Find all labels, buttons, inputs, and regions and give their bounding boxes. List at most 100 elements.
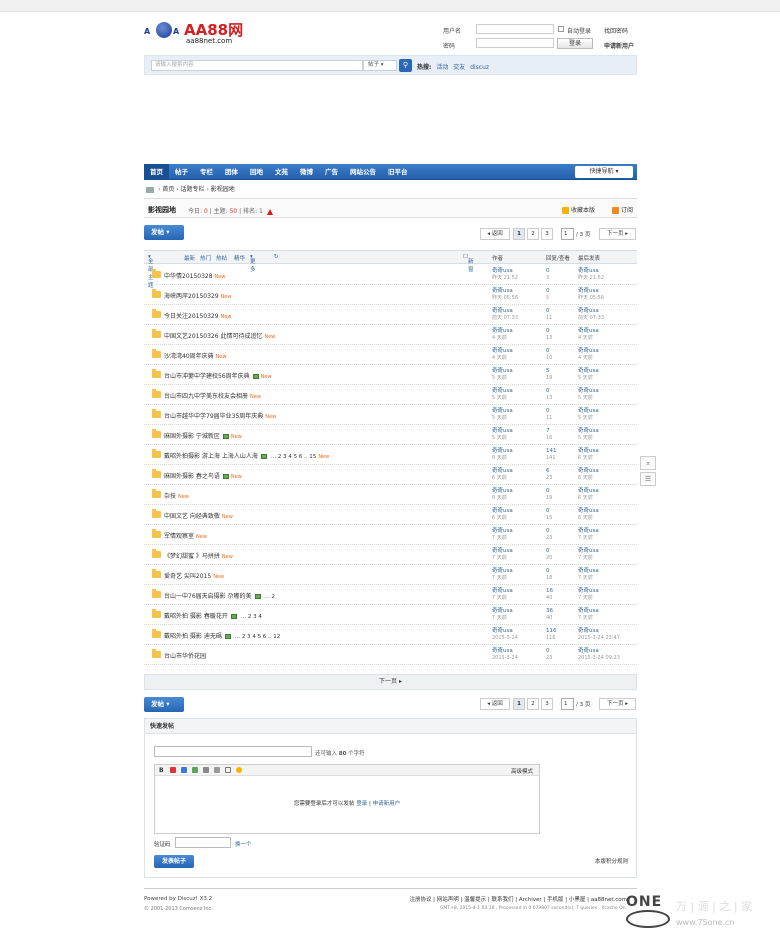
pager-next[interactable]: 下一页 ▸ [599,698,636,710]
author-link[interactable]: 奇奇usa [492,288,513,294]
nav-item-column[interactable]: 专栏 [194,164,219,180]
thread-title[interactable]: 军情观察室 [164,533,194,540]
table-row[interactable]: 麻国外摄影 宁城新区 New 奇奇usa 5 天前 7 16 奇奇usa 5 天前 [144,425,637,445]
nav-item-home[interactable]: 首页 [144,164,169,180]
author-link[interactable]: 奇奇usa [492,428,513,434]
password-input[interactable] [476,38,554,48]
new-post-button-bottom[interactable]: 发帖 ▾ [144,697,184,712]
thread-title[interactable]: 中国文艺20150326 此情可待成追忆 [164,333,262,340]
subscribe-button[interactable]: 订阅 [611,205,633,214]
thread-pages[interactable]: ... 2 3 4 5 6 .. 12 [235,634,280,640]
last-poster[interactable]: 奇奇usa [578,468,599,474]
author-link[interactable]: 奇奇usa [492,268,513,274]
thread-title[interactable]: 戴昭外拍 摄影 迪无碼 [164,633,222,640]
breadcrumb-item[interactable]: 话题专栏 [181,186,205,193]
table-row[interactable]: 中华情20150328 New 奇奇usa 昨天 21:52 0 3 奇奇usa 昨天 21:… [144,265,637,285]
pager-page[interactable]: 3 [541,698,553,710]
nav-item-weibo[interactable]: 微博 [294,164,319,180]
author-link[interactable]: 奇奇usa [492,308,513,314]
reply-count[interactable]: 0 [546,508,550,514]
register-link[interactable]: 申请新用户 [604,41,634,50]
pager-prev[interactable]: ◂ 返回 [480,698,510,710]
thread-title[interactable]: 麻国外摄影 春之鸟语 [164,473,220,480]
username-input[interactable] [476,24,554,34]
thread-title[interactable]: 台山市四九中学美东校友会相册 [164,393,248,400]
login-button[interactable]: 登录 [557,38,593,49]
last-poster[interactable]: 奇奇usa [578,608,599,614]
auto-login-checkbox[interactable] [558,26,564,32]
new-post-button[interactable]: 发帖 ▾ [144,225,184,240]
quote-icon[interactable] [225,767,231,773]
last-poster[interactable]: 奇奇usa [578,428,599,434]
table-row[interactable]: 爱奇艺 尖叫2015 New 奇奇usa 7 天前 0 18 奇奇usa 7 天前 [144,565,637,585]
list-view-icon[interactable]: ☰ [640,472,656,486]
message-editor[interactable]: B 高级模式 您需要登录后才可以发帖 登录 | 申请新用户 [154,764,540,834]
register-link[interactable]: 申请新用户 [373,801,401,807]
reply-count[interactable]: 6 [546,468,550,474]
table-row[interactable]: 《梦幻甜蜜 》马拼拼 New 奇奇usa 7 天前 0 20 奇奇usa 7 天前 [144,545,637,565]
reply-count[interactable]: 0 [546,568,550,574]
favorite-forum-button[interactable]: 收藏本版 [561,205,595,214]
table-row[interactable]: 台山市华侨花园 奇奇usa 2015-3-24 0 23 奇奇usa 2015-3-24 0… [144,645,637,665]
pager-page[interactable]: 1 [513,228,525,240]
author-link[interactable]: 奇奇usa [492,588,513,594]
pager-jump-input[interactable]: 1 [561,698,574,710]
nav-item-literature[interactable]: 文苑 [269,164,294,180]
filter-more[interactable]: 更多 ▾ [250,254,256,273]
reply-count[interactable]: 0 [546,408,550,414]
back-to-top-icon[interactable]: ⌅ [640,456,656,470]
link-icon[interactable] [181,767,187,773]
new-window-toggle[interactable]: ☐ 新窗 [463,254,473,273]
reply-count[interactable]: 0 [546,328,550,334]
author-link[interactable]: 奇奇usa [492,368,513,374]
forgot-password-link[interactable]: 找回密码 [604,26,628,35]
pager-next[interactable]: 下一页 ▸ [599,228,636,240]
reply-count[interactable]: 0 [546,288,550,294]
last-poster[interactable]: 奇奇usa [578,568,599,574]
table-row[interactable]: 台山市越华中学79届毕业35周年庆典 New 奇奇usa 5 天前 0 11 奇奇usa 5 … [144,405,637,425]
table-row[interactable]: 戴昭外拍摄影 游上海 上海人山人海 ... 2 3 4 5 6 .. 15 New 奇… [144,445,637,465]
thread-pages[interactable]: ... 2 3 4 5 6 .. 15 [271,454,316,460]
last-poster[interactable]: 奇奇usa [578,628,599,634]
breadcrumb-item[interactable]: 影视园地 [211,186,235,193]
last-poster[interactable]: 奇奇usa [578,588,599,594]
last-poster[interactable]: 奇奇usa [578,288,599,294]
author-link[interactable]: 奇奇usa [492,508,513,514]
author-link[interactable]: 奇奇usa [492,528,513,534]
filter-newest[interactable]: 最新 [184,254,195,262]
last-poster[interactable]: 奇奇usa [578,528,599,534]
thread-title[interactable]: 爱奇艺 尖叫2015 [164,573,211,580]
thread-title[interactable]: 《梦幻甜蜜 》马拼拼 [164,553,220,560]
last-poster[interactable]: 奇奇usa [578,268,599,274]
thread-title[interactable]: 杂技 [164,493,176,500]
last-poster[interactable]: 奇奇usa [578,508,599,514]
table-row[interactable]: 麻国外摄影 春之鸟语 New 奇奇usa 6 天前 6 23 奇奇usa 6 天前 [144,465,637,485]
hot-search-item[interactable]: 活动 [436,64,448,71]
filter-all[interactable]: 全部主题 ▾ [148,254,154,289]
author-link[interactable]: 奇奇usa [492,408,513,414]
nav-item-announce[interactable]: 网站公告 [344,164,382,180]
nav-item-old-platform[interactable]: 旧平台 [382,164,414,180]
table-row[interactable]: 台山一中76届天启摄影 尕嘟的美... 2 奇奇usa 7 天前 16 40 奇奇usa 7… [144,585,637,605]
last-poster[interactable]: 奇奇usa [578,348,599,354]
nav-item-posts[interactable]: 帖子 [169,164,194,180]
reply-count[interactable]: 0 [546,388,550,394]
filter-hot-posts[interactable]: 热帖 [216,254,227,262]
reply-count[interactable]: 5 [546,368,550,374]
thread-title[interactable]: 今日关注20150329 [164,313,219,320]
change-code-link[interactable]: 换一个 [235,840,252,848]
reply-count[interactable]: 0 [546,548,550,554]
table-row[interactable]: 台山市冲蒌中学建校56周年庆典 New 奇奇usa 5 天前 5 19 奇奇usa 5 天前 [144,365,637,385]
pager-page[interactable]: 3 [541,228,553,240]
thread-title[interactable]: 台山一中76届天启摄影 尕嘟的美 [164,593,252,600]
reply-count[interactable]: 141 [546,448,557,454]
thread-pages[interactable]: ... 2 [265,594,276,600]
author-link[interactable]: 奇奇usa [492,488,513,494]
last-poster[interactable]: 奇奇usa [578,448,599,454]
table-row[interactable]: 中国文艺 向经典致敬 New 奇奇usa 6 天前 0 15 奇奇usa 6 天前 [144,505,637,525]
login-link[interactable]: 登录 [356,801,367,807]
refresh-icon[interactable]: ↻ [274,254,279,260]
table-row[interactable]: 海峡两岸20150329 New 奇奇usa 昨天 05:56 0 5 奇奇usa 昨天 05… [144,285,637,305]
code-icon[interactable] [214,767,220,773]
advanced-mode-link[interactable]: 高级模式 [511,767,533,775]
